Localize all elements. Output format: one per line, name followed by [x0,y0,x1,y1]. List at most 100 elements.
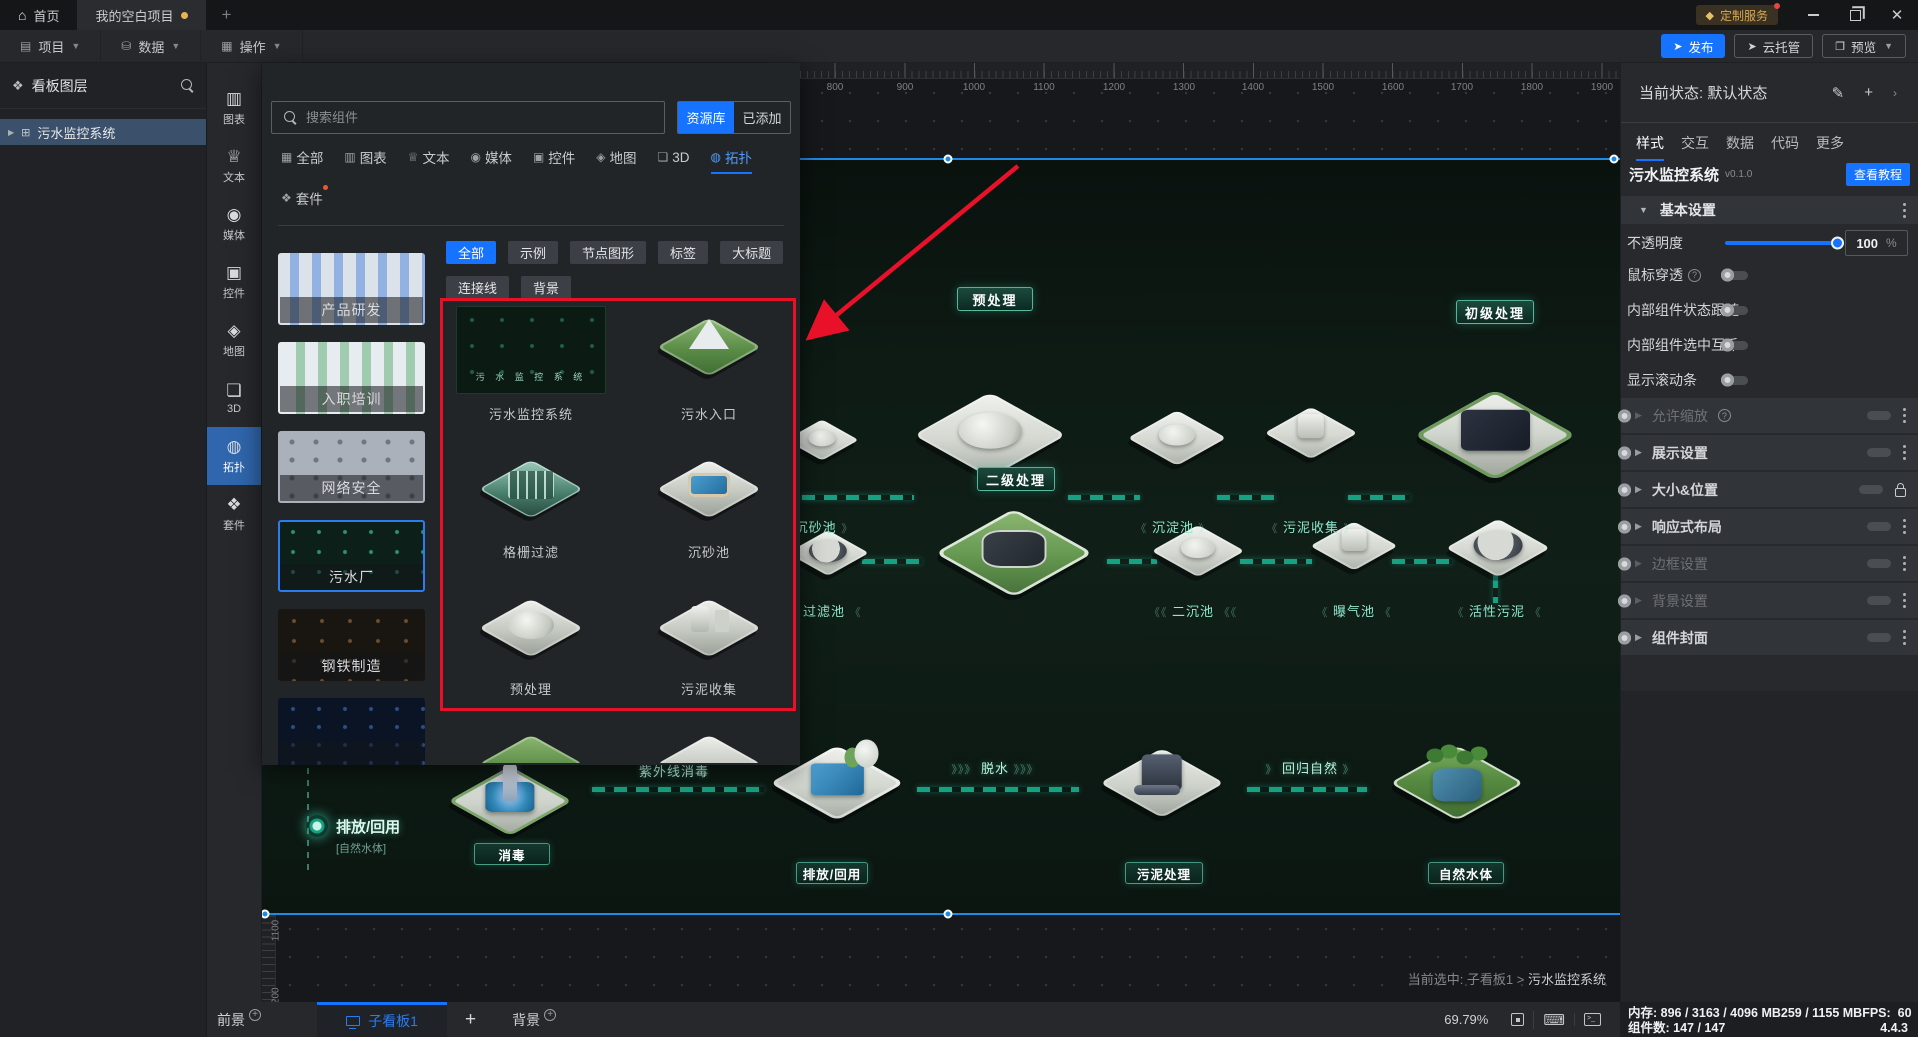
search-icon[interactable] [181,79,194,92]
tab-subboard[interactable]: 子看板1 [317,1002,447,1037]
zoom-level[interactable]: 69.79% [1444,1012,1488,1027]
toggle-switch[interactable] [1867,559,1891,568]
publish-button[interactable]: ➤ 发布 [1661,34,1726,58]
iso-building[interactable] [1413,378,1577,493]
cloud-hosting-button[interactable]: ➤ 云托管 [1734,34,1814,58]
collapsed-section[interactable]: ▶ 背景设置 ? [1621,583,1918,618]
layer-item[interactable]: ▶ ⊞ 污水监控系统 [0,119,206,145]
expand-arrow-icon[interactable]: ▶ [1635,447,1642,458]
category-tab[interactable]: ◈ 地图 [596,147,636,174]
expand-arrow-icon[interactable]: ▶ [8,128,14,137]
collapsed-section[interactable]: ▶ 大小&位置 ? [1621,472,1918,507]
inspector-tab[interactable]: 样式 [1636,133,1664,161]
iso-building[interactable] [1445,511,1551,585]
menu-item[interactable]: ▤ 项目 ▼ [0,30,102,62]
rail-item[interactable]: ◉ 媒体 [207,195,261,253]
component-item-partial[interactable] [620,723,798,763]
category-tab[interactable]: ▣ 控件 [533,147,575,174]
toggle-switch[interactable] [1859,485,1883,494]
subcategory-chip[interactable]: 大标题 [720,241,784,264]
expand-arrow-icon[interactable]: ▶ [1635,521,1642,532]
collapsed-section[interactable]: ▶ 边框设置 ? [1621,546,1918,581]
inspector-tab[interactable]: 数据 [1726,133,1754,161]
toggle-switch[interactable] [1867,596,1891,605]
fit-screen-button[interactable] [1502,1013,1533,1026]
tab-project[interactable]: 我的空白项目 [77,0,206,30]
more-menu-icon[interactable] [1903,451,1906,454]
add-circle-icon[interactable]: + [249,1008,261,1021]
iso-building[interactable] [1264,400,1358,466]
inspector-tab[interactable]: 交互 [1681,133,1709,161]
collapse-arrow-icon[interactable]: ▼ [1639,205,1648,215]
chevron-right-icon[interactable]: › [1886,86,1904,100]
category-tab[interactable]: ◉ 媒体 [470,147,511,174]
expand-arrow-icon[interactable]: ▶ [1635,410,1642,421]
iso-building[interactable] [769,736,905,831]
toggle-switch[interactable] [1867,448,1891,457]
shortcuts-button[interactable]: ⌨ [1533,1010,1574,1029]
subcategory-chip[interactable]: 全部 [446,241,497,264]
more-menu-icon[interactable] [1903,636,1906,639]
toggle-switch[interactable] [1724,340,1748,350]
toggle-switch[interactable] [1867,633,1891,642]
menu-item[interactable]: ▦ 操作 ▼ [201,30,303,62]
rail-item[interactable]: ◍ 拓扑 [207,427,261,485]
toggle-switch[interactable] [1867,522,1891,531]
iso-building[interactable] [1099,739,1225,827]
rail-item[interactable]: ❏ 3D [207,369,261,427]
template-item[interactable]: 钢铁制造 [278,609,425,681]
opacity-slider[interactable] [1725,236,1844,250]
console-button[interactable]: >_ [1574,1013,1610,1026]
add-board-button[interactable]: + [447,1009,502,1031]
expand-arrow-icon[interactable]: ▶ [1635,558,1642,569]
collapsed-section[interactable]: ▶ 响应式布局 ? [1621,509,1918,544]
add-circle-icon[interactable]: + [544,1008,557,1021]
iso-building[interactable] [1389,736,1525,831]
component-item-partial[interactable] [442,723,620,763]
category-tab[interactable]: ❏ 3D [658,147,690,174]
selection-handle[interactable] [1609,154,1619,164]
toggle-switch[interactable] [1724,305,1748,315]
opacity-input[interactable]: 100 % [1845,230,1908,256]
new-tab-button[interactable]: + [206,0,248,30]
iso-building[interactable] [934,497,1094,609]
tab-home[interactable]: ⌂ 首页 [0,0,77,30]
category-tab[interactable]: ◍ 拓扑 [710,147,753,174]
selection-handle[interactable] [943,909,953,919]
template-item[interactable]: 入职培训 [278,342,425,414]
rail-item[interactable]: ◈ 地图 [207,311,261,369]
toggle-switch[interactable] [1724,375,1748,385]
collapsed-section[interactable]: ▶ 组件封面 ? [1621,620,1918,655]
iso-building[interactable] [785,414,859,466]
subcategory-chip[interactable]: 节点图形 [570,241,647,264]
preview-button[interactable]: ❐ 预览 ▼ [1822,34,1906,58]
more-menu-icon[interactable] [1903,599,1906,602]
expand-arrow-icon[interactable]: ▶ [1635,632,1642,643]
expand-arrow-icon[interactable]: ▶ [1635,484,1642,495]
template-item[interactable] [278,698,425,765]
help-icon[interactable]: ? [1717,409,1731,422]
rail-item[interactable]: ❖ 套件 [207,485,261,543]
rail-item[interactable]: ▣ 控件 [207,253,261,311]
rail-item[interactable]: ♕ 文本 [207,137,261,195]
selection-bottom-edge[interactable] [262,913,1620,915]
template-item[interactable]: 产品研发 [278,253,425,325]
slider-knob[interactable] [1831,236,1844,250]
template-item[interactable]: 网络安全 [278,431,425,503]
minimize-button[interactable] [1792,0,1834,30]
inspector-tab[interactable]: 更多 [1816,133,1844,161]
help-icon[interactable]: ? [1688,268,1701,282]
rail-item[interactable]: ▥ 图表 [207,79,261,137]
edit-icon[interactable]: ✎ [1825,84,1852,102]
close-button[interactable]: ✕ [1876,0,1918,30]
more-menu-icon[interactable] [1903,414,1906,417]
subcategory-chip[interactable]: 标签 [658,241,709,264]
iso-building[interactable] [1127,403,1227,473]
toggle-switch[interactable] [1867,411,1891,420]
collapsed-section[interactable]: ▶ 展示设置 ? [1621,435,1918,470]
inspector-tab[interactable]: 代码 [1771,133,1799,161]
more-menu-icon[interactable] [1903,525,1906,528]
collapsed-section[interactable]: ▶ 允许缩放 ? [1621,398,1918,433]
tab-resource-library[interactable]: 资源库 [678,102,734,133]
subcategory-chip[interactable]: 示例 [508,241,559,264]
